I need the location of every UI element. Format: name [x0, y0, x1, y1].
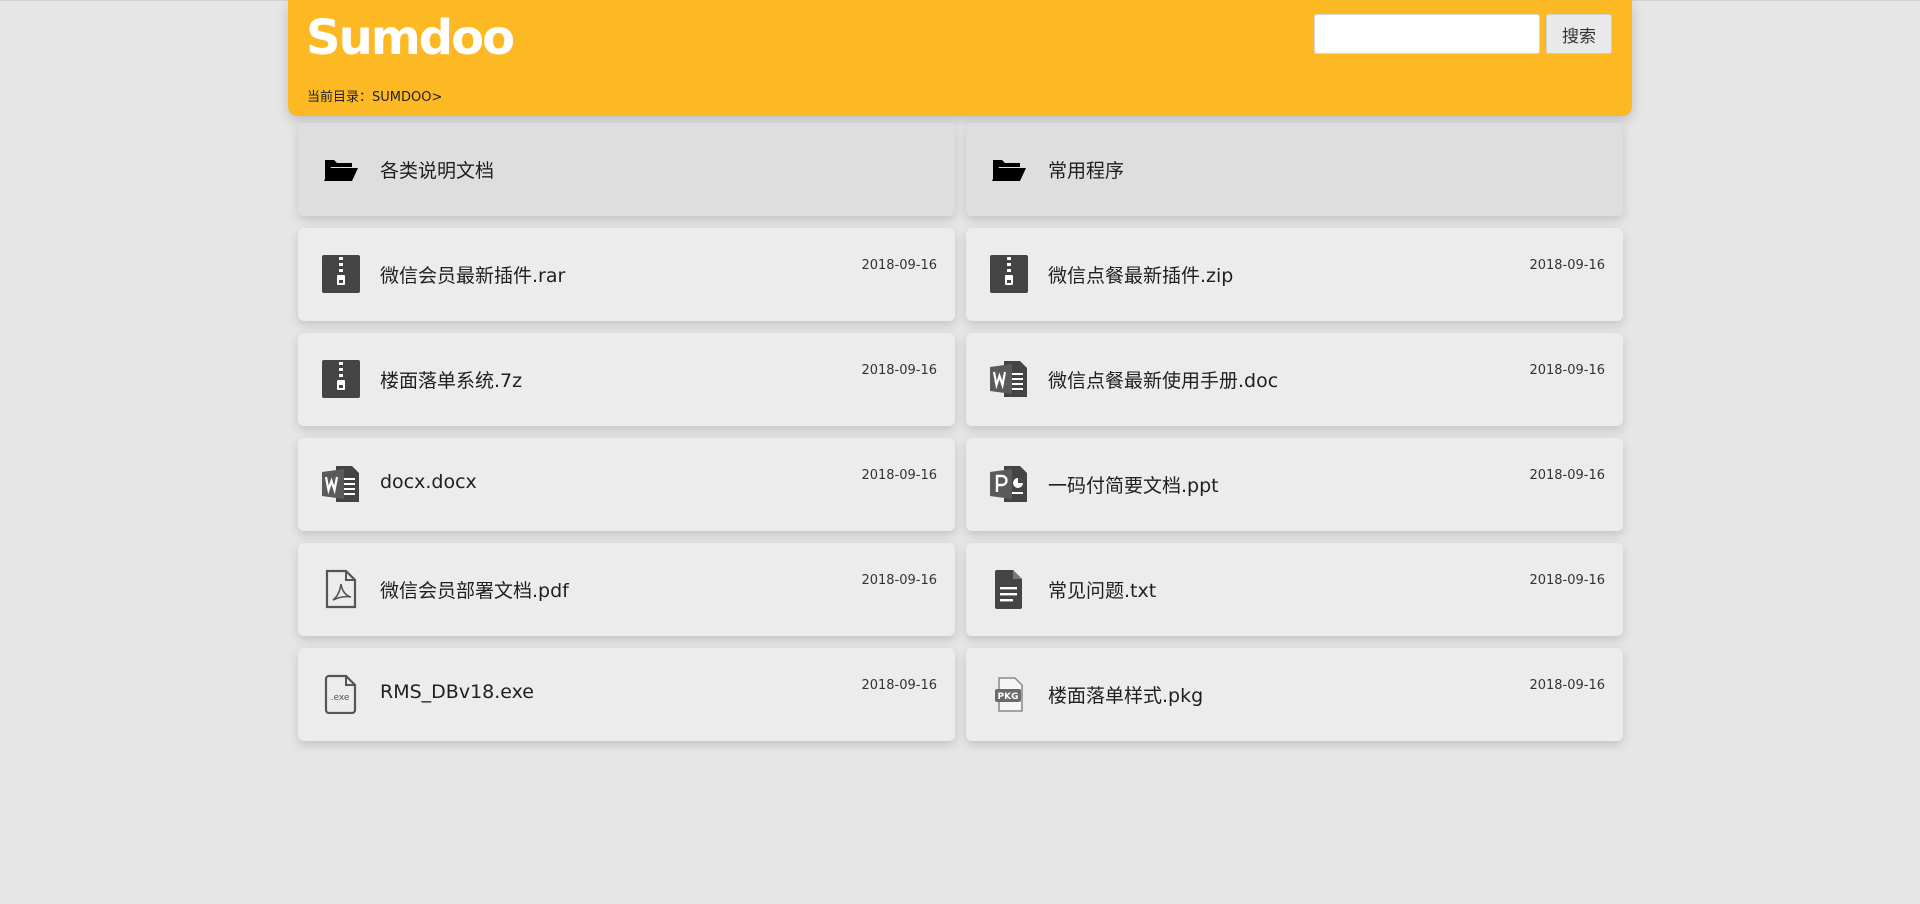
file-row: 微信会员最新插件.rar 2018-09-16 微信点餐最新插件.zip 201…: [298, 228, 1624, 321]
folder-icon: [990, 149, 1028, 189]
search-button[interactable]: 搜索: [1546, 14, 1612, 54]
text-file-icon: [990, 569, 1028, 609]
svg-text:.exe: .exe: [331, 693, 350, 703]
item-date: 2018-09-16: [861, 363, 937, 378]
folder-card[interactable]: 各类说明文档: [298, 123, 955, 216]
file-card[interactable]: 一码付简要文档.ppt 2018-09-16: [966, 438, 1623, 531]
item-name: 微信点餐最新使用手册.doc: [1048, 370, 1279, 392]
svg-text:PKG: PKG: [998, 692, 1019, 702]
file-row: .exe RMS_DBv18.exe 2018-09-16 PKG 楼面落单样式…: [298, 648, 1624, 741]
item-date: 2018-09-16: [1529, 573, 1605, 588]
file-card[interactable]: 微信点餐最新插件.zip 2018-09-16: [966, 228, 1623, 321]
file-card[interactable]: 微信会员最新插件.rar 2018-09-16: [298, 228, 955, 321]
file-row: docx.docx 2018-09-16 一码付简要文档.ppt 2018-09…: [298, 438, 1624, 531]
item-date: 2018-09-16: [861, 678, 937, 693]
item-name: 楼面落单样式.pkg: [1048, 685, 1204, 707]
file-card[interactable]: 微信点餐最新使用手册.doc 2018-09-16: [966, 333, 1623, 426]
archive-icon: [990, 254, 1028, 294]
header-bar: Sumdoo 当前目录：SUMDOO> 搜索: [288, 0, 1632, 116]
exe-file-icon: .exe: [322, 674, 360, 714]
item-name: 常见问题.txt: [1048, 580, 1157, 602]
word-icon: [990, 359, 1028, 399]
file-card[interactable]: 微信会员部署文档.pdf 2018-09-16: [298, 543, 955, 636]
file-row: 各类说明文档 常用程序: [298, 123, 1624, 216]
item-date: 2018-09-16: [1529, 363, 1605, 378]
item-name: RMS_DBv18.exe: [380, 681, 534, 703]
folder-card[interactable]: 常用程序: [966, 123, 1623, 216]
item-name: 微信会员部署文档.pdf: [380, 580, 569, 602]
powerpoint-icon: [990, 464, 1028, 504]
item-date: 2018-09-16: [1529, 468, 1605, 483]
item-name: 一码付简要文档.ppt: [1048, 475, 1219, 497]
file-card[interactable]: 常见问题.txt 2018-09-16: [966, 543, 1623, 636]
item-date: 2018-09-16: [861, 573, 937, 588]
file-card[interactable]: PKG 楼面落单样式.pkg 2018-09-16: [966, 648, 1623, 741]
package-icon: PKG: [990, 674, 1028, 714]
file-card[interactable]: docx.docx 2018-09-16: [298, 438, 955, 531]
item-name: 微信点餐最新插件.zip: [1048, 265, 1234, 287]
file-card[interactable]: .exe RMS_DBv18.exe 2018-09-16: [298, 648, 955, 741]
search-input[interactable]: [1314, 14, 1540, 54]
logo[interactable]: Sumdoo: [306, 8, 515, 68]
archive-icon: [322, 359, 360, 399]
item-date: 2018-09-16: [861, 258, 937, 273]
item-name: docx.docx: [380, 471, 477, 493]
item-name: 各类说明文档: [380, 160, 495, 182]
item-date: 2018-09-16: [1529, 678, 1605, 693]
file-row: 楼面落单系统.7z 2018-09-16 微信点餐最新使用手册.doc 2018…: [298, 333, 1624, 426]
item-name: 楼面落单系统.7z: [380, 370, 523, 392]
item-name: 常用程序: [1048, 160, 1125, 182]
item-date: 2018-09-16: [861, 468, 937, 483]
item-name: 微信会员最新插件.rar: [380, 265, 566, 287]
word-icon: [322, 464, 360, 504]
breadcrumb: 当前目录：SUMDOO>: [307, 90, 443, 105]
pdf-icon: [322, 569, 360, 609]
file-grid: 各类说明文档 常用程序 微信会员最新插件.rar 2018-09-16 微信点餐…: [298, 123, 1624, 753]
item-date: 2018-09-16: [1529, 258, 1605, 273]
file-card[interactable]: 楼面落单系统.7z 2018-09-16: [298, 333, 955, 426]
file-row: 微信会员部署文档.pdf 2018-09-16 常见问题.txt 2018-09…: [298, 543, 1624, 636]
archive-icon: [322, 254, 360, 294]
folder-icon: [322, 149, 360, 189]
